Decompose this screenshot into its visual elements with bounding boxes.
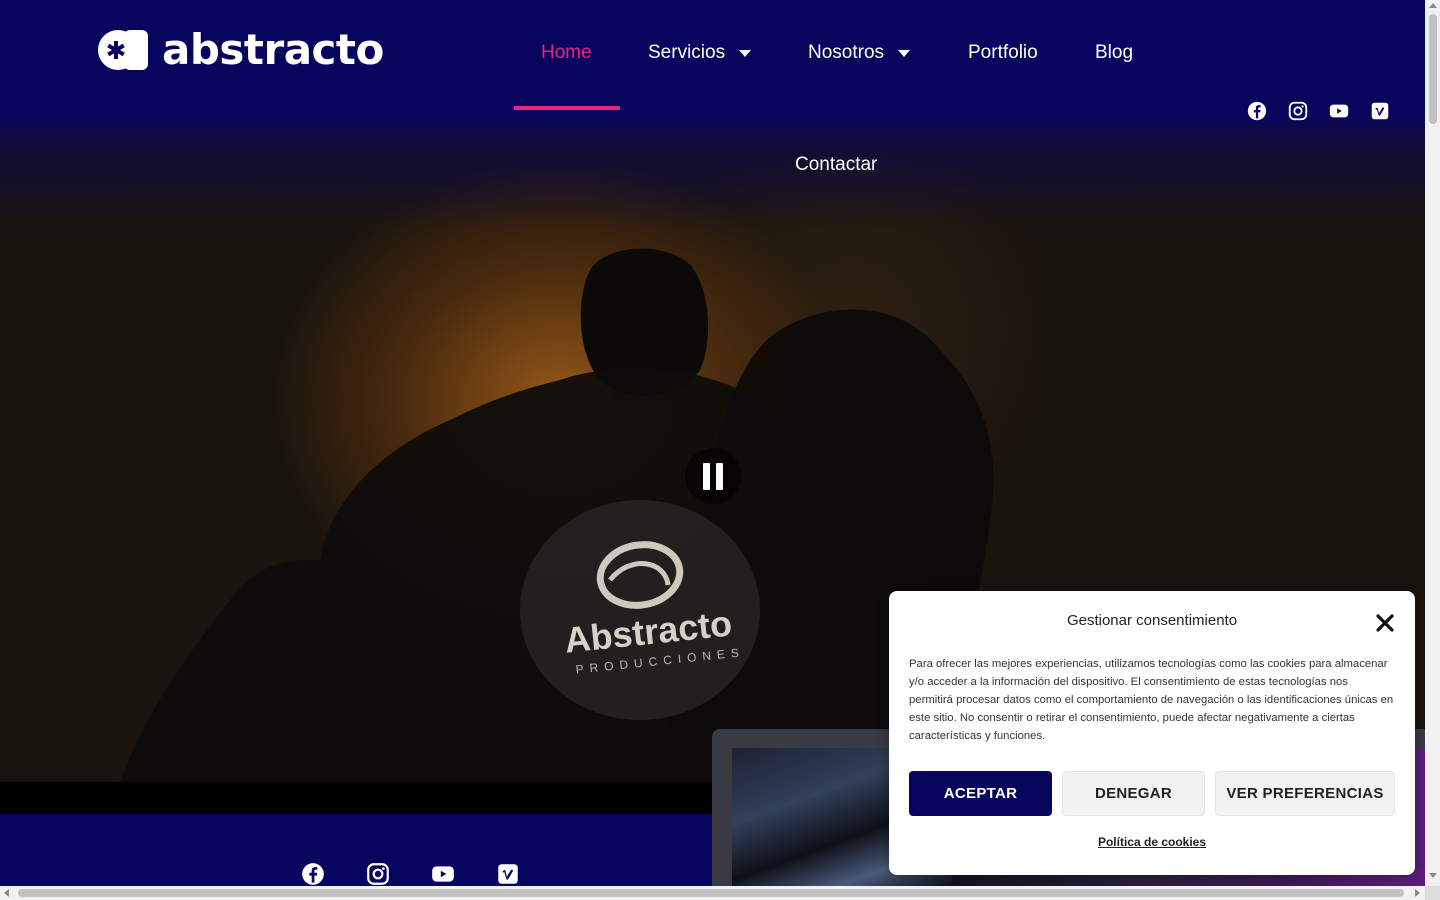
- scroll-right-icon[interactable]: [1415, 889, 1420, 897]
- video-pause-button[interactable]: [685, 448, 741, 504]
- facebook-icon[interactable]: [1246, 100, 1268, 122]
- horizontal-scrollbar-thumb[interactable]: [18, 889, 1404, 897]
- instagram-icon[interactable]: [1287, 100, 1309, 122]
- site-logo[interactable]: abstracto: [98, 28, 384, 72]
- youtube-icon[interactable]: [430, 861, 456, 887]
- nav-item-nosotros[interactable]: Nosotros: [808, 42, 911, 64]
- vertical-scrollbar-thumb[interactable]: [1429, 14, 1437, 124]
- caret-down-icon[interactable]: [739, 49, 752, 57]
- cookie-dialog-title: Gestionar consentimiento: [1066, 612, 1238, 629]
- cookie-dialog-text: Para ofrecer las mejores experiencias, u…: [909, 658, 1394, 742]
- scrollbar-corner: [1425, 886, 1440, 900]
- pause-icon: [703, 462, 710, 490]
- logo-mark-icon: [98, 30, 148, 70]
- facebook-icon[interactable]: [300, 861, 326, 887]
- scroll-up-icon[interactable]: [1429, 3, 1437, 8]
- vertical-scrollbar[interactable]: [1425, 0, 1440, 886]
- nav-item-blog[interactable]: Blog: [1095, 42, 1133, 64]
- nav-item-label: Nosotros: [808, 42, 885, 63]
- instagram-icon[interactable]: [365, 861, 391, 887]
- nav-item-label: Blog: [1095, 42, 1134, 63]
- footer-social-links: [300, 861, 560, 887]
- nav-item-label: Home: [541, 42, 592, 63]
- deny-button[interactable]: DENEGAR: [1062, 771, 1205, 816]
- caret-down-icon[interactable]: [898, 49, 911, 57]
- scroll-left-icon[interactable]: [4, 889, 9, 897]
- nav-active-indicator: [514, 106, 620, 110]
- scroll-down-icon[interactable]: [1429, 873, 1437, 878]
- youtube-icon[interactable]: [1328, 100, 1350, 122]
- nav-item-portfolio[interactable]: Portfolio: [968, 42, 1038, 64]
- header-social-links: [1246, 100, 1410, 122]
- nav-item-home[interactable]: Home: [541, 42, 592, 64]
- accept-button[interactable]: ACEPTAR: [909, 771, 1052, 816]
- nav-item-label: Servicios: [648, 42, 726, 63]
- nav-item-label: Portfolio: [968, 42, 1038, 63]
- cookie-policy-link[interactable]: Política de cookies: [889, 835, 1415, 849]
- vimeo-icon[interactable]: [495, 861, 521, 887]
- vimeo-icon[interactable]: [1369, 100, 1391, 122]
- logo-wordmark: abstracto: [162, 25, 384, 74]
- nav-item-servicios[interactable]: Servicios: [648, 42, 752, 64]
- view-preferences-button[interactable]: VER PREFERENCIAS: [1215, 771, 1395, 816]
- cookie-consent-dialog: Gestionar consentimiento Para ofrecer la…: [889, 591, 1415, 875]
- close-icon[interactable]: [1374, 612, 1396, 634]
- horizontal-scrollbar[interactable]: [0, 886, 1425, 900]
- nav-item-contactar[interactable]: Contactar: [795, 154, 877, 176]
